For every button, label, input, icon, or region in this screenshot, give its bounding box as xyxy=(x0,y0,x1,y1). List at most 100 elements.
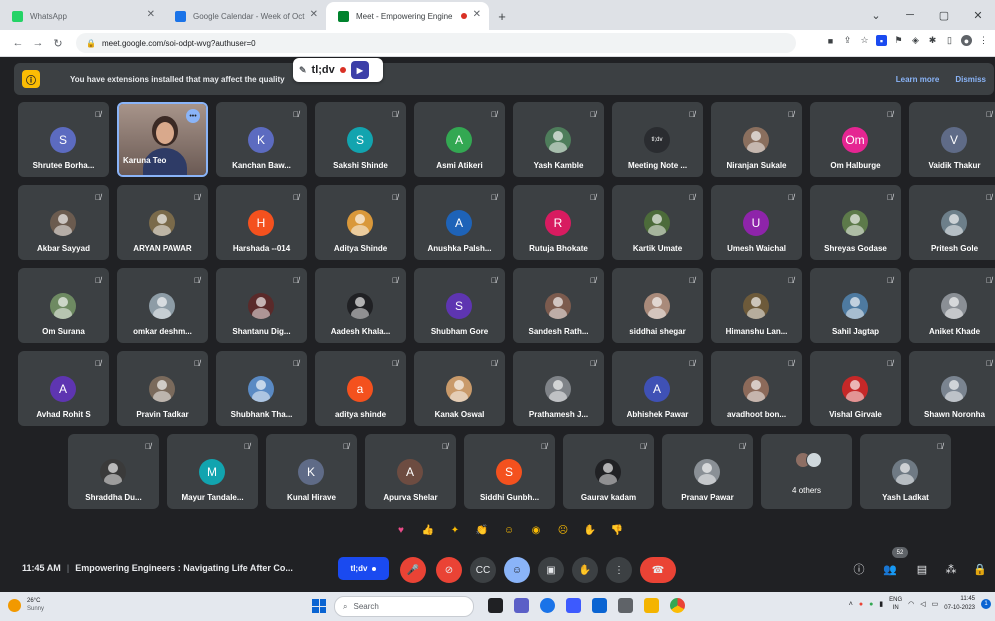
more-options-icon[interactable]: ••• xyxy=(186,109,200,123)
participant-tile[interactable]: 🎙̸ A Avhad Rohit S xyxy=(18,351,109,426)
tab-google-meet[interactable]: Meet - Empowering Engine ✕ xyxy=(326,2,489,30)
participant-tile[interactable]: 🎙̸ Aadesh Khala... xyxy=(315,268,406,343)
participant-tile[interactable]: 🎙̸ Shantanu Dig... xyxy=(216,268,307,343)
tray-app-icon[interactable]: ● xyxy=(869,601,873,608)
dismiss-button[interactable]: Dismiss xyxy=(955,75,986,84)
participant-tile[interactable]: 🎙̸ omkar deshm... xyxy=(117,268,208,343)
participant-tile[interactable]: 🎙̸ M Mayur Tandale... xyxy=(167,434,258,509)
people-icon[interactable]: 👥 xyxy=(881,560,899,578)
captions-icon[interactable]: CC xyxy=(470,557,496,583)
participant-tile[interactable]: 🎙̸ Shraddha Du... xyxy=(68,434,159,509)
close-icon[interactable]: ✕ xyxy=(473,9,481,20)
chrome-icon[interactable] xyxy=(670,598,685,613)
tab-whatsapp[interactable]: WhatsApp ✕ xyxy=(0,2,163,30)
participant-tile[interactable]: 🎙̸ A Anushka Palsh... xyxy=(414,185,505,260)
weather-widget[interactable]: 26°C Sunny xyxy=(8,597,44,613)
microphone-off-icon[interactable]: 🎤 xyxy=(400,557,426,583)
participant-tile[interactable]: 🎙̸ A Asmi Atikeri xyxy=(414,102,505,177)
participant-tile[interactable]: 🎙̸ Himanshu Lan... xyxy=(711,268,802,343)
puzzle-icon[interactable]: ✱ xyxy=(927,35,938,46)
close-icon[interactable]: ✕ xyxy=(147,9,155,20)
star-icon[interactable]: ☆ xyxy=(859,35,870,46)
chevron-down-icon[interactable]: ⌄ xyxy=(859,0,893,30)
participant-tile[interactable]: 🎙̸ Om Surana xyxy=(18,268,109,343)
participant-tile[interactable]: 🎙̸ Kartik Umate xyxy=(612,185,703,260)
participant-tile[interactable]: 🎙̸ Shawn Noronha xyxy=(909,351,995,426)
battery-icon[interactable]: ▭ xyxy=(932,600,939,608)
participant-tile[interactable]: 🎙̸ V Vaidik Thakur xyxy=(909,102,995,177)
camera-icon[interactable]: ■ xyxy=(825,35,836,46)
present-screen-icon[interactable]: ▣ xyxy=(538,557,564,583)
pencil-icon[interactable]: ✎ xyxy=(299,65,307,76)
participant-tile[interactable]: 🎙̸ Aniket Khade xyxy=(909,268,995,343)
settings-icon[interactable] xyxy=(618,598,633,613)
emoji-icon[interactable]: ☺ xyxy=(504,557,530,583)
participant-tile[interactable]: 🎙̸ U Umesh Waichal xyxy=(711,185,802,260)
reaction-emoji-icon[interactable]: ♥ xyxy=(393,522,409,538)
close-icon[interactable]: ✕ xyxy=(310,9,318,20)
sidebar-icon[interactable]: ▯ xyxy=(944,35,955,46)
back-icon[interactable]: ← xyxy=(8,37,28,49)
participant-tile[interactable]: 🎙̸ A Abhishek Pawar xyxy=(612,351,703,426)
participant-tile[interactable]: 🎙̸ S Siddhi Gunbh... xyxy=(464,434,555,509)
participant-tile[interactable]: 🎙̸ Pravin Tadkar xyxy=(117,351,208,426)
tray-app-icon[interactable]: ● xyxy=(859,601,863,608)
tab-google-calendar[interactable]: Google Calendar - Week of Oct ✕ xyxy=(163,2,326,30)
notification-badge[interactable]: 1 xyxy=(981,599,991,609)
maximize-button[interactable]: ▢ xyxy=(927,0,961,30)
url-input[interactable]: 🔒 meet.google.com/soi-odpt-wvg?authuser=… xyxy=(76,33,796,53)
participant-tile[interactable]: 🎙̸ S Sakshi Shinde xyxy=(315,102,406,177)
menu-icon[interactable]: ⋮ xyxy=(978,35,989,46)
reaction-emoji-icon[interactable]: ☹ xyxy=(555,522,571,538)
reaction-emoji-icon[interactable]: ✋ xyxy=(582,522,598,538)
participant-tile[interactable]: 🎙̸ Vishal Girvale xyxy=(810,351,901,426)
wifi-icon[interactable]: ◠ xyxy=(908,600,914,608)
participant-tile[interactable]: 🎙̸ K Kanchan Baw... xyxy=(216,102,307,177)
reaction-emoji-icon[interactable]: 👏 xyxy=(474,522,490,538)
leave-call-button[interactable]: ☎ xyxy=(640,557,676,583)
participant-tile[interactable]: ••• Karuna Teo xyxy=(117,102,208,177)
share-icon[interactable]: ⇪ xyxy=(842,35,853,46)
participant-tile[interactable]: 🎙̸ Prathamesh J... xyxy=(513,351,604,426)
minimize-button[interactable]: ─ xyxy=(893,0,927,30)
participant-tile[interactable]: 🎙̸ avadhoot bon... xyxy=(711,351,802,426)
chat-icon[interactable]: ▤ xyxy=(913,560,931,578)
participant-tile[interactable]: 🎙̸ Gaurav kadam xyxy=(563,434,654,509)
tldv-button[interactable]: tl;dv xyxy=(338,557,389,580)
system-clock[interactable]: 11:45 07-10-2023 xyxy=(944,595,975,613)
host-controls-icon[interactable]: 🔒 xyxy=(971,560,989,578)
teams-icon[interactable] xyxy=(514,598,529,613)
activities-icon[interactable]: ⁂ xyxy=(942,560,960,578)
participant-tile[interactable]: 🎙̸ A Apurva Shelar xyxy=(365,434,456,509)
taskbar-search-input[interactable]: ⌕ Search xyxy=(334,596,474,617)
participant-tile[interactable]: 🎙̸ Yash Kamble xyxy=(513,102,604,177)
battery-icon[interactable]: ▮ xyxy=(879,600,883,608)
participant-tile[interactable]: 🎙̸ Niranjan Sukale xyxy=(711,102,802,177)
participant-tile[interactable]: 🎙̸ Shreyas Godase xyxy=(810,185,901,260)
participant-tile[interactable]: 🎙̸ tl;dv Meeting Note ... xyxy=(612,102,703,177)
participant-tile[interactable]: 🎙̸ Sandesh Rath... xyxy=(513,268,604,343)
chevron-up-icon[interactable]: ˄ xyxy=(849,601,853,608)
participant-tile[interactable]: 🎙̸ S Shubham Gore xyxy=(414,268,505,343)
close-window-button[interactable]: ✕ xyxy=(961,0,995,30)
info-icon[interactable]: ⓘ xyxy=(850,560,868,578)
participant-tile[interactable]: 🎙̸ Shubhank Tha... xyxy=(216,351,307,426)
photos-icon[interactable] xyxy=(566,598,581,613)
tldv-record-icon[interactable]: ▶ xyxy=(350,61,369,79)
new-tab-button[interactable]: + xyxy=(489,2,515,30)
participant-tile[interactable]: 🎙̸ Om Om Halburge xyxy=(810,102,901,177)
extension-icon[interactable]: ⚑ xyxy=(893,35,904,46)
participant-tile[interactable]: 🎙̸ R Rutuja Bhokate xyxy=(513,185,604,260)
edge-icon[interactable] xyxy=(540,598,555,613)
camera-off-icon[interactable]: ⊘ xyxy=(436,557,462,583)
participant-tile[interactable]: 🎙̸ Yash Ladkat xyxy=(860,434,951,509)
reload-icon[interactable]: ↻ xyxy=(48,37,68,50)
more-options-icon[interactable]: ⋮ xyxy=(606,557,632,583)
reaction-emoji-icon[interactable]: ☺ xyxy=(501,522,517,538)
tldv-overlay[interactable]: ✎ tl;dv ▶ xyxy=(293,58,383,82)
participant-tile[interactable]: 🎙̸ Aditya Shinde xyxy=(315,185,406,260)
participant-tile[interactable]: 🎙̸ ARYAN PAWAR xyxy=(117,185,208,260)
extension-icon[interactable]: ▪ xyxy=(876,35,887,46)
language-indicator[interactable]: ENG IN xyxy=(889,596,902,612)
participant-tile[interactable]: 🎙̸ H Harshada --014 xyxy=(216,185,307,260)
